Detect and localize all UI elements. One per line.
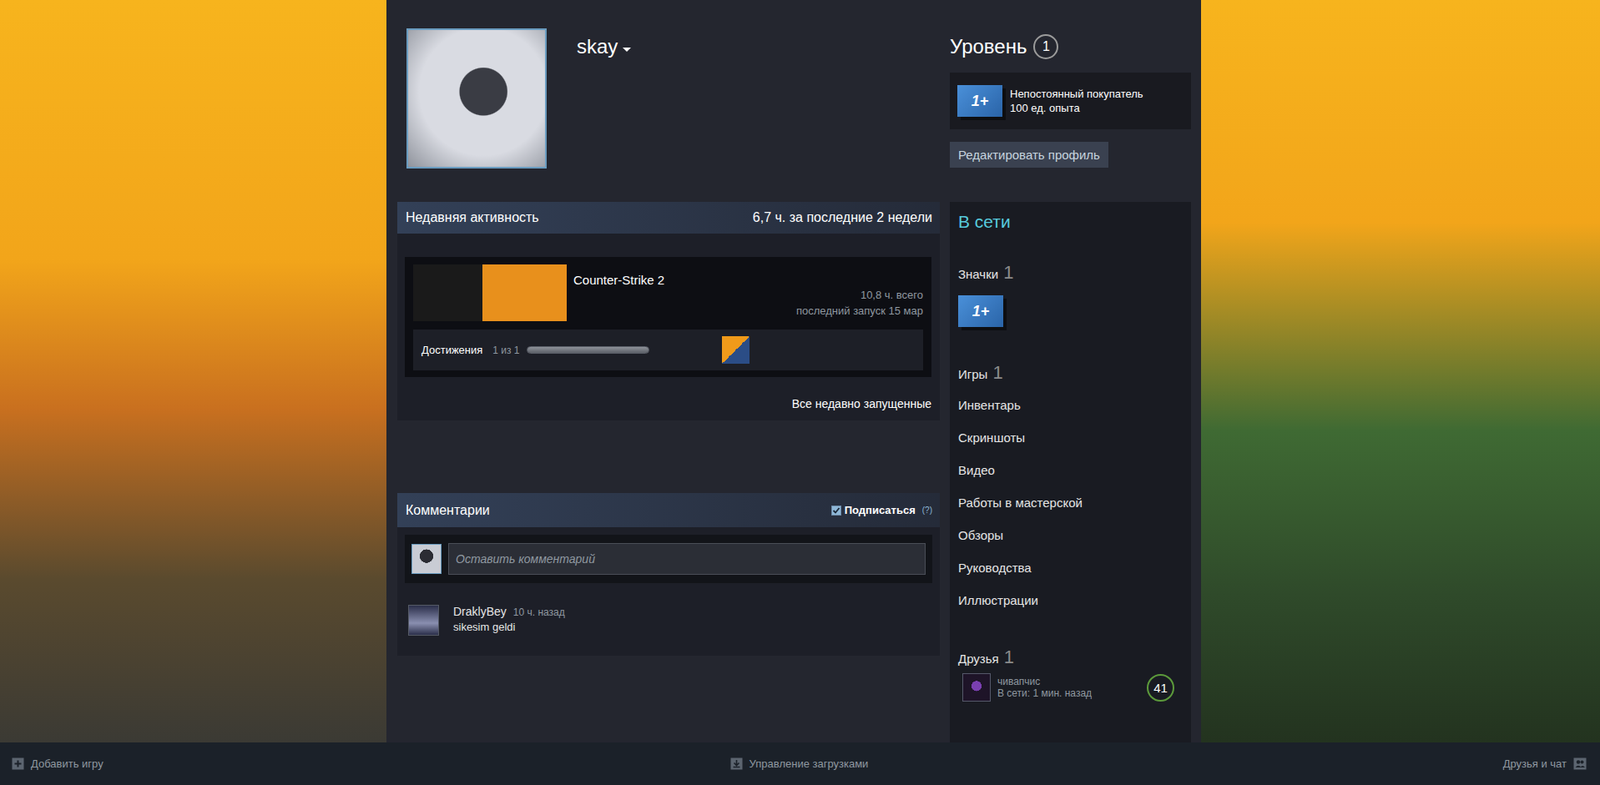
sidebar-links: ИнвентарьСкриншотыВидеоРаботы в мастерск… <box>958 388 1183 617</box>
friend-level: 41 <box>1146 674 1175 702</box>
comment-input-row: Оставить комментарий <box>404 535 933 584</box>
comment-avatar[interactable] <box>408 605 440 636</box>
friend-status: В сети: 1 мин. назад <box>997 687 1092 700</box>
comments-header: Комментарии Подписаться (?) <box>397 493 940 528</box>
achievement-icon[interactable] <box>721 336 750 364</box>
help-link[interactable]: (?) <box>922 505 933 515</box>
achievements-count: 1 из 1 <box>492 344 520 357</box>
activity-summary: 6,7 ч. за последние 2 недели <box>752 210 933 226</box>
left-column: skay Недавняя активность 6,7 ч. за последн… <box>397 28 940 743</box>
comment-time: 10 ч. назад <box>513 606 566 619</box>
game-capsule[interactable] <box>413 264 567 322</box>
background-art-left <box>0 0 387 743</box>
recent-activity: Недавняя активность 6,7 ч. за последние 2… <box>397 201 940 421</box>
sidebar-link[interactable]: Руководства <box>958 551 1183 585</box>
friend-text: чивапчисВ сети: 1 мин. назад <box>997 676 1092 700</box>
count-label: Игры <box>958 367 988 382</box>
comment-author[interactable]: DraklyBey <box>453 605 507 619</box>
count-value: 1 <box>1003 262 1014 284</box>
games-link[interactable]: Игры 1 <box>958 362 1183 384</box>
download-icon <box>730 757 743 771</box>
badges-link[interactable]: Значки 1 <box>958 262 1183 284</box>
level-row: Уровень1 <box>949 31 1192 62</box>
count-value: 1 <box>1004 646 1015 669</box>
level-label: Уровень <box>949 35 1027 59</box>
comment-text: sikesim geldi <box>453 620 566 634</box>
recent-activity-body: Counter-Strike 210,8 ч. всегопоследний з… <box>397 233 940 421</box>
achievements-label: Достижения <box>421 343 483 357</box>
profile-name-text: skay <box>576 35 618 59</box>
profile-header: skay <box>397 28 940 169</box>
view-all-recent-link[interactable]: Все недавно запущенные <box>404 397 932 411</box>
profile-stage: skay Недавняя активность 6,7 ч. за последн… <box>0 0 1600 743</box>
online-status: В сети <box>958 211 1183 233</box>
friends-icon <box>1573 757 1587 771</box>
edit-profile-button[interactable]: Редактировать профиль <box>949 141 1109 168</box>
comment-body: DraklyBey 10 ч. назадsikesim geldi <box>453 605 566 636</box>
recent-activity-header: Недавняя активность 6,7 ч. за последние 2… <box>397 201 940 234</box>
friend-avatar <box>962 673 991 702</box>
badge-xp: 100 ед. опыта <box>1009 100 1144 116</box>
downloads-button[interactable]: Управление загрузками <box>536 757 1062 771</box>
profile-avatar <box>406 28 547 169</box>
bar-label: Управление загрузками <box>749 757 869 771</box>
featured-badge[interactable]: 1+Непостоянный покупатель100 ед. опыта <box>949 72 1192 130</box>
sidebar-link[interactable]: Работы в мастерской <box>958 486 1183 520</box>
own-avatar <box>411 544 442 575</box>
check-icon <box>832 506 841 515</box>
bar-label: Добавить игру <box>30 757 104 771</box>
count-value: 1 <box>992 362 1003 384</box>
section-title: Комментарии <box>405 503 490 519</box>
sidebar-link[interactable]: Скриншоты <box>958 421 1183 455</box>
game-name[interactable]: Counter-Strike 2 <box>573 272 924 288</box>
comment: DraklyBey 10 ч. назадsikesim geldi <box>397 605 940 657</box>
sidebar-link[interactable]: Иллюстрации <box>958 584 1183 617</box>
comment-author-line: DraklyBey 10 ч. назад <box>453 605 566 619</box>
add-game-button[interactable]: Добавить игру <box>11 757 537 771</box>
comments: Комментарии Подписаться (?) Оставить коммен… <box>397 493 940 657</box>
friend-name: чивапчис <box>997 676 1092 688</box>
achievements-bar[interactable]: Достижения 1 из 1 <box>413 329 924 371</box>
right-column: Уровень11+Непостоянный покупатель100 ед.… <box>949 28 1192 743</box>
game-info: Counter-Strike 210,8 ч. всегопоследний з… <box>573 264 924 322</box>
game-top: Counter-Strike 210,8 ч. всегопоследний з… <box>413 264 924 322</box>
plus-square-icon <box>11 757 25 771</box>
friends-link[interactable]: Друзья1 <box>958 646 1183 669</box>
profile-name[interactable]: skay <box>576 33 631 61</box>
game-last-played: последний запуск 15 мар <box>573 302 924 319</box>
years-badge-icon: 1+ <box>957 85 1003 117</box>
sidebar-link[interactable]: Видео <box>958 454 1183 487</box>
achievements-progress <box>526 346 650 354</box>
badge-title: Непостоянный покупатель <box>1009 86 1144 101</box>
sidebar-link[interactable]: Обзоры <box>958 519 1183 552</box>
featured-badge-text: Непостоянный покупатель100 ед. опыта <box>1009 86 1144 116</box>
profile-sidebar: В сети Значки 1 1+ Игры 1 ИнвентарьСкриншотыВи… <box>949 201 1192 743</box>
achievements-progress-fill <box>527 347 649 354</box>
game-card: Counter-Strike 210,8 ч. всегопоследний з… <box>404 257 932 378</box>
bottom-bar: Добавить игру Управление загрузками Друзья… <box>0 742 1600 785</box>
count-label: Значки <box>958 267 999 282</box>
friends-chat-button[interactable]: Друзья и чат <box>1061 757 1587 771</box>
profile-content: skay Недавняя активность 6,7 ч. за последн… <box>386 0 1202 743</box>
subscribe-checkbox[interactable]: Подписаться (?) <box>831 504 933 517</box>
section-title: Недавняя активность <box>405 210 540 226</box>
game-hours: 10,8 ч. всего <box>573 287 924 303</box>
years-badge-icon[interactable]: 1+ <box>958 295 1004 328</box>
subscribe-label: Подписаться <box>844 504 916 517</box>
friend-row[interactable]: чивапчисВ сети: 1 мин. назад 41 <box>958 673 1183 702</box>
sidebar-link[interactable]: Инвентарь <box>958 388 1183 422</box>
level-badge: 1 <box>1033 34 1059 60</box>
steam-profile-page: skay Недавняя активность 6,7 ч. за последн… <box>0 0 1600 785</box>
checkbox-box <box>831 505 842 516</box>
bar-label: Друзья и чат <box>1503 757 1567 771</box>
background-art-right <box>1201 0 1600 743</box>
dropdown-caret-icon <box>622 47 631 52</box>
comment-input[interactable]: Оставить комментарий <box>448 543 926 576</box>
count-label: Друзья <box>958 651 1000 667</box>
